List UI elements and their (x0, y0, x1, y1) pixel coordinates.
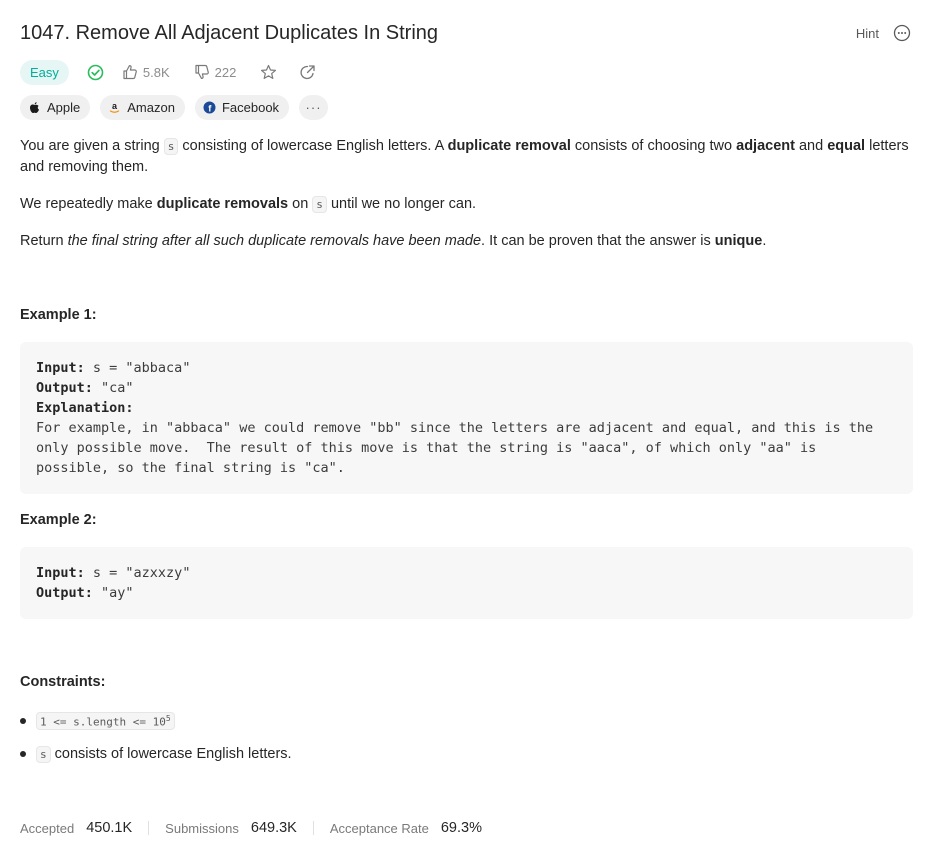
divider (148, 821, 150, 835)
stat-value: 649.3K (250, 820, 297, 836)
tag-apple[interactable]: Apple (20, 95, 91, 120)
stat-submissions: Submissions 649.3K (165, 820, 297, 836)
amazon-icon: a (108, 101, 121, 114)
problem-meta-row: Easy 5.8K 222 (20, 59, 316, 85)
text: consisting of lowercase English letters.… (178, 138, 448, 154)
description-paragraph-1: You are given a string s consisting of l… (20, 136, 913, 178)
constraint-item: 1 <= s.length <= 105 (20, 709, 292, 733)
input-label: Input: (36, 565, 85, 581)
stat-label: Acceptance Rate (329, 820, 429, 836)
hint-button[interactable]: Hint (856, 26, 879, 41)
example-2-box: Input: s = "azxxzy" Output: "ay" (20, 547, 913, 619)
difficulty-badge: Easy (20, 59, 69, 85)
text: and (794, 138, 828, 154)
description-paragraph-3: Return the final string after all such d… (20, 231, 913, 252)
like-count: 5.8K (142, 64, 170, 80)
constraints-list: 1 <= s.length <= 105 s consists of lower… (20, 709, 292, 775)
more-tags-button[interactable]: ··· (299, 95, 329, 120)
text: Return (20, 233, 68, 249)
stat-accepted: Accepted 450.1K (20, 820, 132, 836)
text: on (288, 196, 313, 212)
text: . It can be proven that the answer is (481, 233, 715, 249)
explanation-label: Explanation: (36, 400, 134, 416)
stat-acceptance-rate: Acceptance Rate 69.3% (330, 820, 482, 836)
bold-text: unique (714, 233, 763, 249)
example-2-title: Example 2: (20, 512, 97, 528)
text: . (762, 233, 767, 249)
bold-text: duplicate removal (447, 138, 571, 154)
facebook-icon: f (203, 101, 216, 114)
submission-stats: Accepted 450.1K Submissions 649.3K Accep… (20, 818, 482, 838)
more-options-icon[interactable] (893, 24, 911, 42)
example-1-title: Example 1: (20, 307, 97, 323)
bold-text: equal (827, 138, 866, 154)
share-icon[interactable] (299, 64, 316, 81)
apple-icon (28, 101, 41, 114)
superscript: 5 (165, 713, 171, 723)
output-label: Output: (36, 380, 93, 396)
constraint-code: 1 <= s.length <= 10 (40, 715, 166, 729)
solved-icon (87, 64, 104, 81)
like-button[interactable]: 5.8K (122, 64, 170, 80)
constraints-title: Constraints: (20, 674, 106, 690)
input-value: s = "azxxzy" (84, 565, 191, 581)
text: until we no longer can. (326, 196, 477, 212)
inline-code: s (36, 745, 51, 763)
input-value: s = "abbaca" (84, 360, 191, 376)
output-value: "ay" (92, 585, 134, 601)
bold-text: adjacent (736, 138, 795, 154)
tag-amazon[interactable]: a Amazon (100, 95, 185, 120)
dislike-count: 222 (214, 64, 237, 80)
input-label: Input: (36, 360, 85, 376)
stat-label: Submissions (165, 820, 239, 836)
inline-code: s (312, 196, 327, 213)
example-1-box: Input: s = "abbaca" Output: "ca" Explanati… (20, 342, 913, 494)
problem-title: 1047. Remove All Adjacent Duplicates In … (20, 22, 439, 44)
tag-label: Facebook (221, 100, 280, 115)
svg-text:a: a (112, 101, 118, 111)
dislike-button[interactable]: 222 (194, 64, 237, 80)
output-label: Output: (36, 585, 93, 601)
constraint-item: s consists of lowercase English letters. (20, 742, 292, 766)
description-paragraph-2: We repeatedly make duplicate removals on… (20, 194, 913, 215)
constraint-text: consists of lowercase English letters. (54, 746, 292, 762)
inline-code: s (163, 138, 179, 155)
company-tags: Apple a Amazon f Facebook ··· (20, 95, 329, 120)
stat-value: 69.3% (440, 820, 482, 836)
explanation-text: For example, in "abbaca" we could remove… (36, 420, 882, 476)
inline-code: 1 <= s.length <= 105 (36, 711, 175, 731)
stat-value: 450.1K (86, 820, 133, 836)
text: We repeatedly make (20, 196, 157, 212)
tag-label: Amazon (127, 100, 175, 115)
top-actions: Hint (856, 24, 911, 42)
output-value: "ca" (92, 380, 134, 396)
favorite-star-icon[interactable] (260, 64, 277, 81)
bold-text: duplicate removals (156, 196, 289, 212)
thumbs-up-icon (122, 64, 138, 80)
tag-label: Apple (47, 100, 81, 115)
text: consists of choosing two (570, 138, 737, 154)
italic-text: the final string after all such duplicat… (67, 233, 482, 249)
tag-facebook[interactable]: f Facebook (194, 95, 290, 120)
stat-label: Accepted (20, 820, 75, 836)
thumbs-down-icon (194, 64, 210, 80)
text: You are given a string (20, 138, 164, 154)
divider (312, 821, 314, 835)
